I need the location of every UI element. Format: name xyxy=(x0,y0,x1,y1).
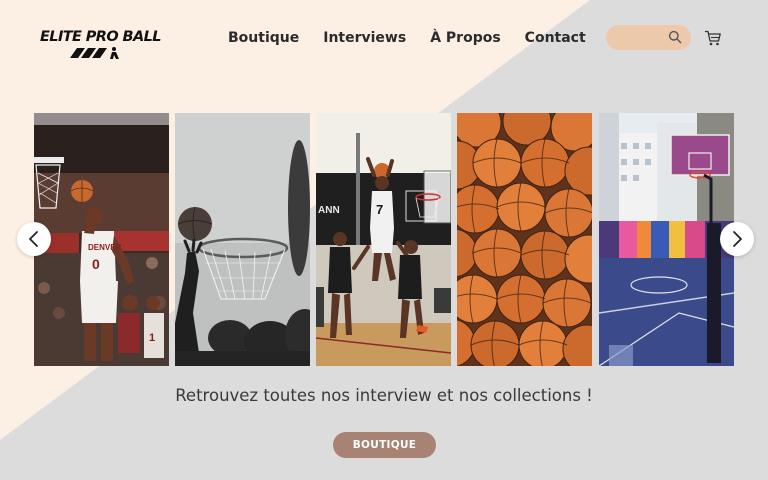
main-nav: Boutique Interviews À Propos Contact xyxy=(228,26,610,50)
cart-icon[interactable] xyxy=(704,29,722,47)
carousel-next-button[interactable] xyxy=(720,222,754,256)
nav-link-interviews[interactable]: Interviews xyxy=(323,30,406,46)
svg-text:1: 1 xyxy=(149,332,155,344)
logo-stripes-mark xyxy=(70,47,119,59)
carousel-photo-dunk-red[interactable]: DENVER 0 1 xyxy=(34,113,169,366)
jersey-text: DENVER xyxy=(88,243,122,252)
svg-text:ANN: ANN xyxy=(318,205,340,216)
search-icon[interactable] xyxy=(668,30,682,44)
nav-link-contact[interactable]: Contact xyxy=(525,30,586,46)
carousel-photo-basketballs[interactable] xyxy=(457,113,592,366)
search-input[interactable] xyxy=(606,25,668,50)
jersey-number-white: 7 xyxy=(376,202,383,217)
carousel-photo-ball-hoop[interactable] xyxy=(175,113,310,366)
boutique-button[interactable]: BOUTIQUE xyxy=(333,432,436,458)
jersey-number: 0 xyxy=(92,256,100,272)
chevron-left-icon xyxy=(29,231,38,247)
brand-name: ELITE PRO BALL xyxy=(40,29,162,45)
carousel-photo-dunk-white[interactable]: ANN 7 xyxy=(316,113,451,366)
tagline: Retrouvez toutes nos interview et nos co… xyxy=(175,386,593,405)
photo-carousel: DENVER 0 1 ANN 7 xyxy=(34,113,734,366)
brand-logo[interactable]: ELITE PRO BALL xyxy=(40,28,162,62)
nav-link-a-propos[interactable]: À Propos xyxy=(430,30,500,46)
carousel-photo-outdoor-court[interactable] xyxy=(599,113,734,366)
carousel-prev-button[interactable] xyxy=(17,222,51,256)
chevron-right-icon xyxy=(733,231,742,247)
nav-link-boutique[interactable]: Boutique xyxy=(228,30,299,46)
site-header: ELITE PRO BALL Boutique Interviews À Pro… xyxy=(0,0,768,76)
